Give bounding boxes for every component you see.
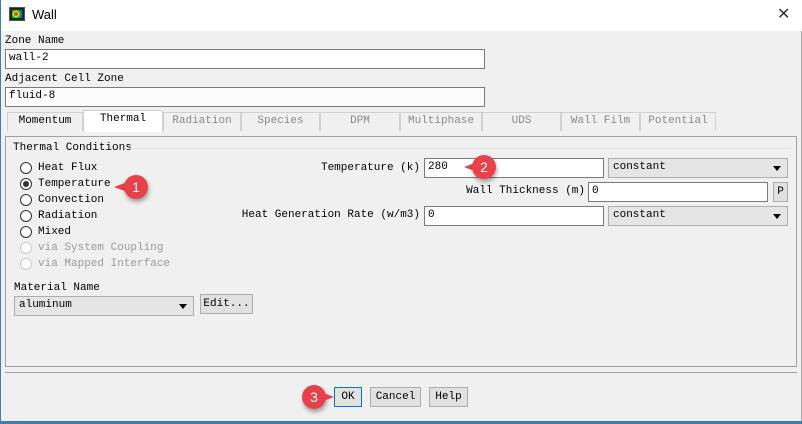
tab-multiphase[interactable]: Multiphase — [400, 112, 482, 131]
radio-temperature[interactable] — [20, 178, 32, 190]
cancel-button[interactable]: Cancel — [370, 387, 421, 407]
zone-name-label: Zone Name — [5, 35, 65, 47]
radio-label: via System Coupling — [38, 242, 164, 254]
tab-dpm[interactable]: DPM — [320, 112, 400, 131]
callout-pointer — [318, 391, 334, 403]
footer-divider — [5, 372, 797, 373]
chevron-down-icon — [773, 166, 781, 171]
temperature-method-dropdown[interactable]: constant — [608, 158, 788, 178]
material-name-label: Material Name — [14, 282, 100, 294]
tab-radiation[interactable]: Radiation — [163, 112, 241, 131]
parameter-button[interactable]: P — [773, 182, 788, 202]
temperature-label: Temperature (k) — [320, 162, 420, 174]
radio-mixed[interactable] — [20, 226, 32, 238]
tab-wall-film[interactable]: Wall Film — [561, 112, 640, 131]
radio-mapped-interface — [20, 258, 32, 270]
zone-name-input[interactable]: wall-2 — [5, 49, 485, 69]
help-button[interactable]: Help — [429, 387, 468, 407]
heat-generation-label: Heat Generation Rate (w/m3) — [241, 209, 420, 221]
group-divider — [125, 148, 791, 149]
radio-label: Heat Flux — [38, 162, 98, 174]
edit-material-button[interactable]: Edit... — [200, 294, 253, 314]
heat-generation-method-dropdown[interactable]: constant — [608, 206, 788, 226]
heat-generation-method-value: constant — [613, 209, 666, 221]
callout-badge-1: 1 — [124, 175, 148, 199]
radio-label: Radiation — [38, 210, 98, 222]
tab-potential[interactable]: Potential — [640, 112, 716, 131]
ok-button[interactable]: OK — [334, 387, 362, 407]
chevron-down-icon — [773, 214, 781, 219]
adjacent-cell-zone-label: Adjacent Cell Zone — [5, 73, 124, 85]
temperature-input[interactable]: 280 — [424, 158, 604, 178]
chevron-down-icon — [179, 304, 187, 309]
radio-label: via Mapped Interface — [38, 258, 171, 270]
thermal-conditions-label: Thermal Conditions — [13, 142, 132, 154]
wall-thickness-input[interactable]: 0 — [588, 182, 768, 202]
radio-radiation[interactable] — [20, 210, 32, 222]
tab-thermal[interactable]: Thermal — [83, 110, 163, 132]
radio-convection[interactable] — [20, 194, 32, 206]
radio-label: Mixed — [38, 226, 72, 238]
radio-label: Temperature — [38, 178, 111, 190]
tab-momentum[interactable]: Momentum — [7, 112, 83, 131]
title-bar: Wall ✕ — [0, 0, 802, 31]
heat-generation-input[interactable]: 0 — [424, 206, 604, 226]
close-icon[interactable]: ✕ — [777, 4, 790, 23]
radio-system-coupling — [20, 242, 32, 254]
adjacent-cell-zone-input[interactable]: fluid-8 — [5, 87, 485, 107]
material-value: aluminum — [19, 299, 72, 311]
callout-badge-2: 2 — [472, 155, 496, 179]
window-title: Wall — [32, 7, 57, 22]
app-icon — [9, 7, 25, 21]
radio-heat-flux[interactable] — [20, 162, 32, 174]
wall-thickness-label: Wall Thickness (m) — [466, 185, 585, 197]
radio-label: Convection — [38, 194, 105, 206]
tab-uds[interactable]: UDS — [482, 112, 561, 131]
material-dropdown[interactable]: aluminum — [14, 296, 194, 316]
temperature-method-value: constant — [613, 161, 666, 173]
tab-species[interactable]: Species — [241, 112, 320, 131]
